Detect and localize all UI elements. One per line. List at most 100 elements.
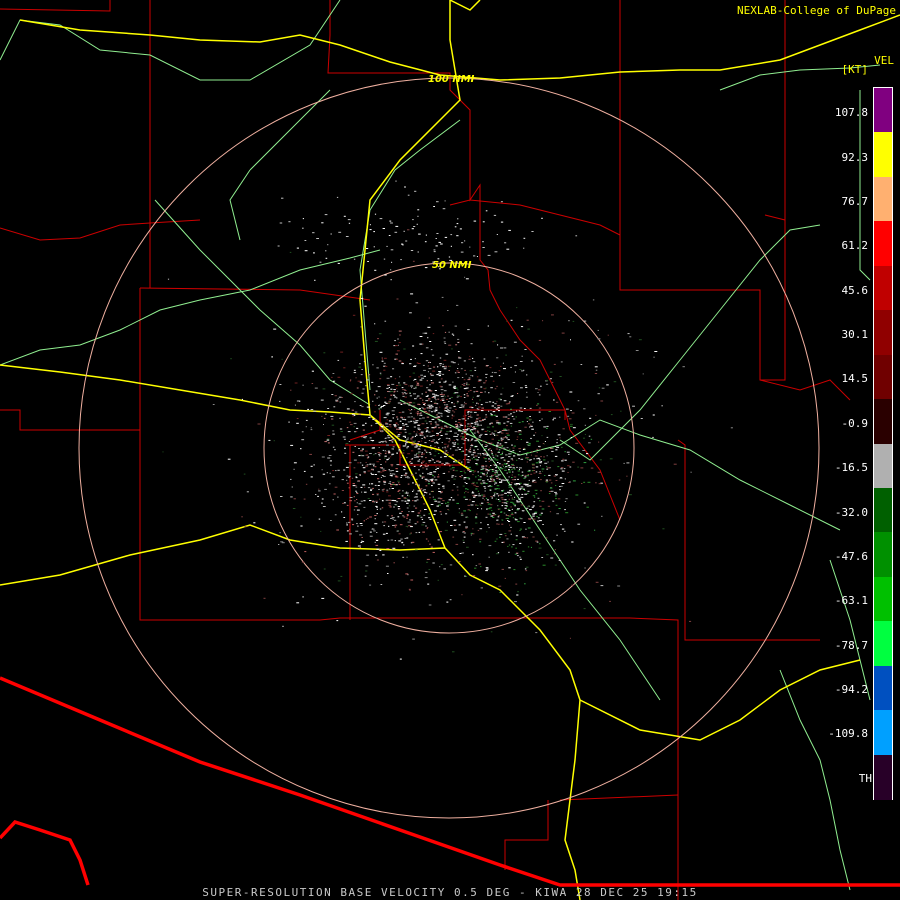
radar-return-pixel	[465, 527, 468, 529]
radar-return-pixel	[496, 519, 498, 521]
radar-return-pixel	[530, 546, 532, 548]
radar-return-pixel	[331, 418, 334, 420]
radar-return-pixel	[311, 383, 314, 384]
radar-return-pixel	[446, 601, 449, 603]
radar-return-pixel	[363, 520, 365, 522]
radar-return-pixel	[547, 461, 549, 463]
radar-return-pixel	[440, 389, 444, 391]
radar-return-pixel	[623, 462, 625, 464]
radar-return-pixel	[371, 483, 374, 485]
radar-return-pixel	[438, 427, 441, 429]
radar-return-pixel	[352, 485, 356, 487]
radar-return-pixel	[440, 413, 443, 415]
radar-return-pixel	[478, 406, 481, 408]
radar-return-pixel	[355, 477, 358, 479]
radar-return-pixel	[490, 414, 493, 416]
radar-return-pixel	[538, 407, 542, 409]
radar-return-pixel	[244, 526, 247, 528]
radar-return-pixel	[372, 440, 374, 442]
radar-map[interactable]: 100 NMI 50 NMI	[0, 0, 900, 900]
radar-return-pixel	[492, 443, 494, 445]
radar-return-pixel	[652, 436, 654, 438]
radar-return-pixel	[412, 402, 416, 404]
radar-return-pixel	[399, 427, 402, 429]
radar-return-pixel	[354, 431, 357, 433]
radar-return-pixel	[539, 505, 542, 507]
radar-return-pixel	[428, 431, 431, 433]
radar-return-pixel	[413, 441, 416, 443]
radar-return-pixel	[478, 478, 482, 480]
radar-return-pixel	[494, 430, 496, 432]
radar-return-pixel	[554, 495, 557, 497]
radar-return-pixel	[475, 390, 479, 392]
radar-return-pixel	[365, 565, 369, 567]
radar-return-pixel	[403, 417, 406, 419]
radar-return-pixel	[398, 533, 401, 535]
radar-return-pixel	[516, 500, 519, 502]
radar-return-pixel	[490, 478, 493, 480]
radar-return-pixel	[453, 439, 455, 441]
radar-return-pixel	[458, 512, 460, 514]
radar-return-pixel	[359, 381, 363, 383]
radar-return-pixel	[560, 485, 563, 487]
radar-return-pixel	[468, 425, 471, 427]
radar-return-pixel	[572, 320, 575, 322]
radar-return-pixel	[392, 394, 395, 396]
radar-return-pixel	[473, 484, 477, 486]
radar-return-pixel	[526, 417, 529, 419]
radar-return-pixel	[437, 398, 440, 400]
radar-return-pixel	[529, 509, 532, 511]
color-scale-tick-label: 14.5	[841, 372, 869, 385]
color-scale-tick-label: -16.5	[834, 461, 868, 474]
radar-return-pixel	[382, 427, 385, 429]
radar-return-pixel	[343, 502, 346, 504]
radar-return-pixel	[321, 222, 324, 224]
radar-return-pixel	[654, 351, 658, 352]
radar-return-pixel	[376, 508, 378, 510]
radar-return-pixel	[500, 468, 504, 470]
radar-return-pixel	[472, 396, 474, 398]
radar-return-pixel	[653, 356, 655, 358]
radar-return-pixel	[466, 434, 469, 436]
radar-return-pixel	[507, 464, 510, 466]
radar-return-pixel	[438, 488, 440, 490]
radar-return-pixel	[381, 475, 384, 476]
radar-return-pixel	[394, 426, 397, 428]
radar-return-pixel	[517, 454, 521, 456]
radar-return-pixel	[477, 448, 479, 450]
radar-return-pixel	[418, 454, 420, 456]
radar-return-pixel	[401, 387, 404, 389]
radar-return-pixel	[408, 505, 411, 507]
radar-return-pixel	[535, 466, 539, 468]
radar-return-pixel	[360, 525, 363, 526]
radar-return-pixel	[538, 411, 541, 413]
radar-return-pixel	[556, 534, 558, 536]
radar-return-pixel	[466, 428, 470, 430]
radar-return-pixel	[414, 454, 417, 456]
radar-return-pixel	[583, 408, 586, 410]
radar-return-pixel	[424, 478, 428, 480]
radar-return-pixel	[508, 486, 511, 488]
radar-return-pixel	[557, 498, 561, 500]
radar-return-pixel	[398, 450, 401, 452]
radar-return-pixel	[457, 401, 459, 403]
radar-return-pixel	[379, 498, 381, 500]
radar-return-pixel	[431, 382, 434, 384]
radar-return-pixel	[321, 502, 323, 504]
radar-return-pixel	[442, 363, 444, 365]
radar-return-pixel	[414, 398, 417, 400]
radar-return-pixel	[444, 446, 446, 448]
radar-return-pixel	[277, 245, 280, 247]
radar-return-pixel	[339, 417, 341, 419]
radar-return-pixel	[372, 493, 375, 495]
radar-return-pixel	[500, 446, 503, 447]
radar-return-pixel	[404, 431, 407, 433]
radar-return-pixel	[403, 469, 406, 471]
radar-return-pixel	[439, 357, 442, 359]
radar-return-pixel	[391, 515, 393, 517]
radar-return-pixel	[388, 387, 390, 388]
radar-return-pixel	[549, 511, 552, 513]
radar-return-pixel	[501, 480, 503, 482]
radar-return-pixel	[390, 388, 393, 390]
radar-return-pixel	[419, 474, 421, 476]
